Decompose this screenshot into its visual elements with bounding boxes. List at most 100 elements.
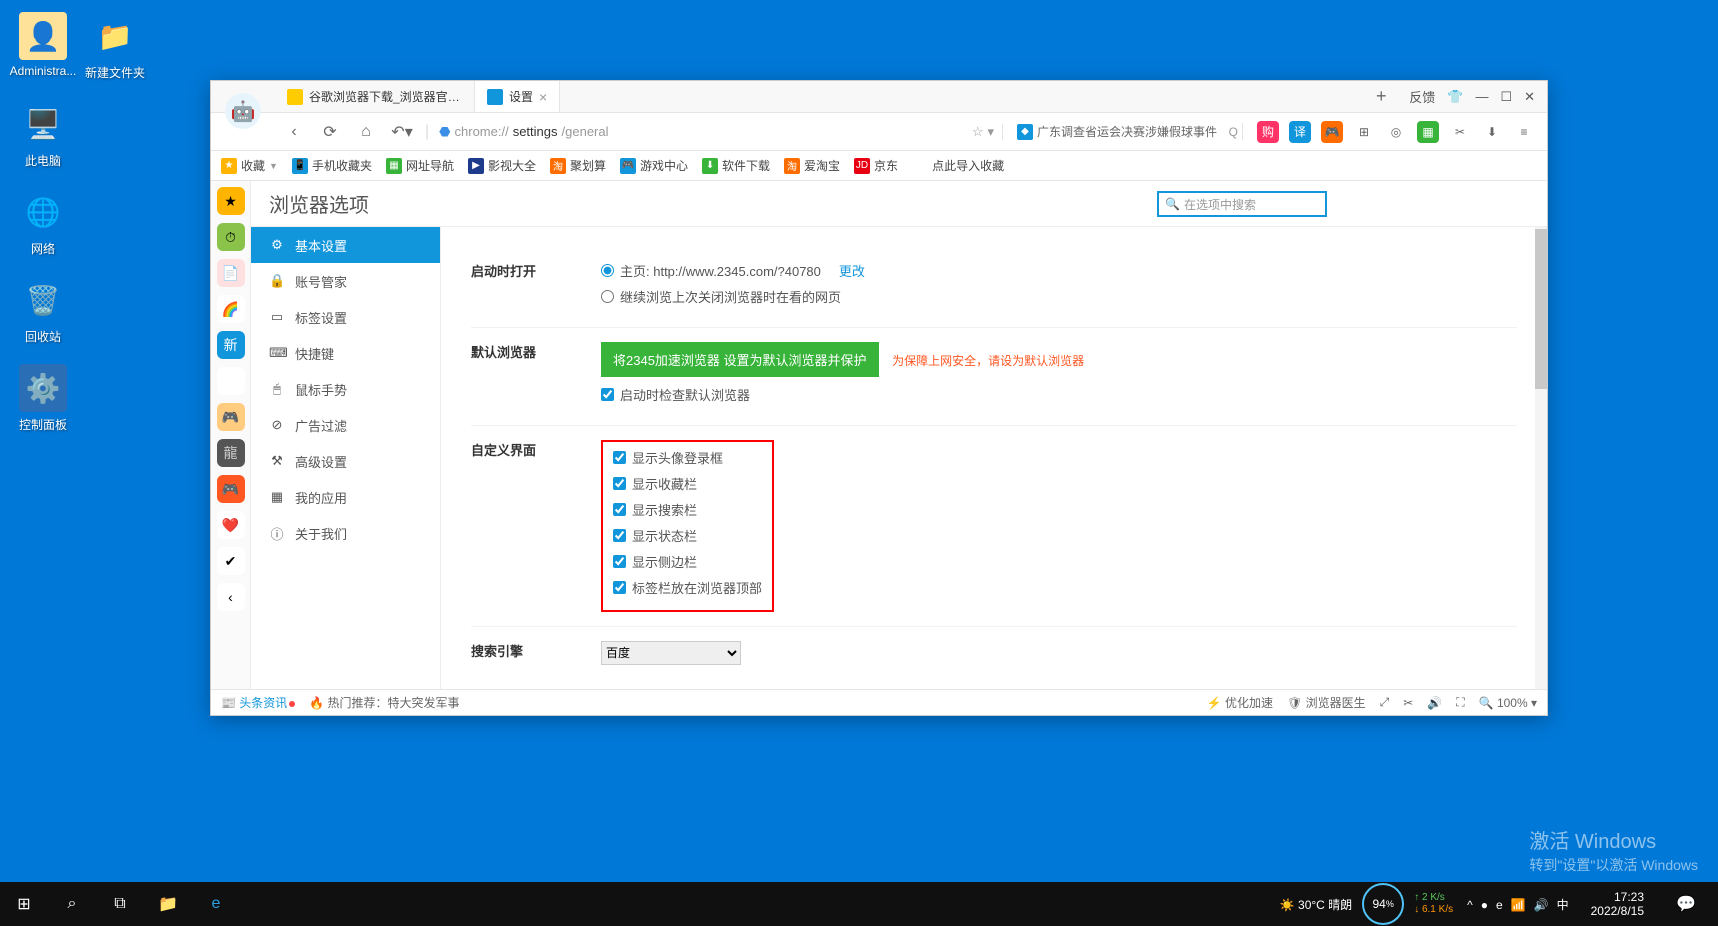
desktop-icon-新建文件夹[interactable]: 📁新建文件夹 xyxy=(80,12,150,81)
new-tab-button[interactable]: + xyxy=(1365,81,1397,112)
ui-check-1[interactable] xyxy=(613,477,626,490)
desktop-icon-Administra...[interactable]: 👤Administra... xyxy=(8,12,78,78)
change-homepage-link[interactable]: 更改 xyxy=(839,261,865,280)
toolbar-icon-2[interactable]: 🎮 xyxy=(1321,121,1343,143)
tab-1[interactable]: 设置× xyxy=(475,81,560,112)
url-box[interactable]: ⬣ chrome://settings/general ☆ ▾ xyxy=(439,124,1003,140)
maximize-button[interactable]: ☐ xyxy=(1500,89,1512,105)
bookmark-0[interactable]: ★收藏▼ xyxy=(221,157,278,174)
rail-icon-1[interactable]: ⏱ xyxy=(217,223,245,251)
search-engine-select[interactable]: 百度 xyxy=(601,641,741,665)
status-left-0[interactable]: 📰 头条资讯 xyxy=(221,696,295,710)
bookmark-7[interactable]: 淘爱淘宝 xyxy=(784,157,840,174)
ui-check-3[interactable] xyxy=(613,529,626,542)
bookmark-4[interactable]: 淘聚划算 xyxy=(550,157,606,174)
forward-dropdown[interactable]: ↶▾ xyxy=(389,119,415,145)
rail-icon-8[interactable]: 🎮 xyxy=(217,475,245,503)
sidebar-item-4[interactable]: 🖱鼠标手势 xyxy=(251,371,440,407)
ui-check-4[interactable] xyxy=(613,555,626,568)
rail-icon-7[interactable]: 龍 xyxy=(217,439,245,467)
tray-icon-1[interactable]: ● xyxy=(1481,898,1488,912)
rail-icon-11[interactable]: ‹ xyxy=(217,583,245,611)
settings-scrollbar[interactable] xyxy=(1535,227,1547,689)
status-right-3[interactable]: ✂ xyxy=(1403,696,1413,710)
bookmark-5[interactable]: 🎮游戏中心 xyxy=(620,157,688,174)
minimize-button[interactable]: — xyxy=(1475,89,1488,104)
tray-icon-2[interactable]: e xyxy=(1496,898,1503,912)
bookmark-2[interactable]: ▦网址导航 xyxy=(386,157,454,174)
desktop-icon-此电脑[interactable]: 🖥️此电脑 xyxy=(8,100,78,169)
reload-button[interactable]: ⟳ xyxy=(317,119,343,145)
sidebar-item-0[interactable]: ⚙基本设置 xyxy=(251,227,440,263)
set-default-button[interactable]: 将2345加速浏览器 设置为默认浏览器并保护 xyxy=(601,342,879,377)
sidebar-item-8[interactable]: ⓘ关于我们 xyxy=(251,515,440,551)
sidebar-item-7[interactable]: ▦我的应用 xyxy=(251,479,440,515)
avatar[interactable]: 🤖 xyxy=(225,93,261,129)
notifications-icon[interactable]: 💬 xyxy=(1662,882,1710,926)
sidebar-item-5[interactable]: ⊘广告过滤 xyxy=(251,407,440,443)
skin-icon[interactable]: 👕 xyxy=(1447,89,1463,105)
bookmark-6[interactable]: ⬇软件下载 xyxy=(702,157,770,174)
status-right-1[interactable]: 🛡 浏览器医生 xyxy=(1287,694,1366,711)
taskbar-search-icon[interactable]: ⌕ xyxy=(48,882,96,926)
ui-check-0[interactable] xyxy=(613,451,626,464)
toolbar-icon-7[interactable]: ⬇ xyxy=(1481,121,1503,143)
toolbar-icon-1[interactable]: 译 xyxy=(1289,121,1311,143)
rail-icon-0[interactable]: ★ xyxy=(217,187,245,215)
ui-check-2[interactable] xyxy=(613,503,626,516)
startup-continue-radio[interactable] xyxy=(601,290,614,303)
sidebar-item-3[interactable]: ⌨快捷键 xyxy=(251,335,440,371)
search-submit-icon[interactable]: Q xyxy=(1229,125,1238,139)
rail-icon-9[interactable]: ❤️ xyxy=(217,511,245,539)
tray-icon-0[interactable]: ^ xyxy=(1467,898,1473,912)
rail-icon-10[interactable]: ✔ xyxy=(217,547,245,575)
sidebar-item-2[interactable]: ▭标签设置 xyxy=(251,299,440,335)
rail-icon-2[interactable]: 📄 xyxy=(217,259,245,287)
desktop-icon-控制面板[interactable]: ⚙️控制面板 xyxy=(8,364,78,433)
taskbar-edge[interactable]: e xyxy=(192,882,240,926)
bookmark-3[interactable]: ▶影视大全 xyxy=(468,157,536,174)
status-right-6[interactable]: 🔍 100% ▾ xyxy=(1479,696,1537,710)
toolbar-icon-5[interactable]: ▦ xyxy=(1417,121,1439,143)
ui-check-5[interactable] xyxy=(613,581,626,594)
status-right-2[interactable]: ⤢ xyxy=(1380,695,1390,710)
back-button[interactable]: ‹ xyxy=(281,119,307,145)
weather-widget[interactable]: ☀️ 30°C 晴朗 xyxy=(1280,896,1352,913)
tray-icon-5[interactable]: 中 xyxy=(1557,898,1569,912)
rail-icon-6[interactable]: 🎮 xyxy=(217,403,245,431)
check-default-on-start[interactable] xyxy=(601,388,614,401)
toolbar-icon-4[interactable]: ◎ xyxy=(1385,121,1407,143)
sidebar-item-1[interactable]: 🔒账号管家 xyxy=(251,263,440,299)
feedback-button[interactable]: 反馈 xyxy=(1409,87,1435,106)
desktop-icon-网络[interactable]: 🌐网络 xyxy=(8,188,78,257)
start-button[interactable]: ⊞ xyxy=(0,882,48,926)
startup-home-radio[interactable] xyxy=(601,264,614,277)
taskbar-explorer[interactable]: 📁 xyxy=(144,882,192,926)
task-view-icon[interactable]: ⧉ xyxy=(96,882,144,926)
toolbar-icon-0[interactable]: 购 xyxy=(1257,121,1279,143)
bookmark-9[interactable]: 点此导入收藏 xyxy=(912,157,1004,174)
status-left-1[interactable]: 🔥 热门推荐：特大突发军事 xyxy=(309,696,459,710)
toolbar-icon-3[interactable]: ⊞ xyxy=(1353,121,1375,143)
rail-icon-3[interactable]: 🌈 xyxy=(217,295,245,323)
status-right-5[interactable]: ⛶ xyxy=(1456,695,1464,710)
close-window-button[interactable]: ✕ xyxy=(1524,89,1535,105)
bookmark-star-icon[interactable]: ☆ xyxy=(972,124,984,140)
rail-icon-5[interactable] xyxy=(217,367,245,395)
bookmark-8[interactable]: JD京东 xyxy=(854,157,898,174)
tray-icon-4[interactable]: 🔊 xyxy=(1534,898,1549,912)
search-box[interactable]: ◆ 广东调查省运会决赛涉嫌假球事件 Q xyxy=(1013,123,1243,140)
home-button[interactable]: ⌂ xyxy=(353,119,379,145)
status-right-4[interactable]: 🔊 xyxy=(1427,696,1442,710)
settings-search-input[interactable]: 🔍 在选项中搜索 xyxy=(1157,191,1327,217)
toolbar-icon-6[interactable]: ✂ xyxy=(1449,121,1471,143)
taskbar-clock[interactable]: 17:23 2022/8/15 xyxy=(1583,890,1652,919)
rail-icon-4[interactable]: 新 xyxy=(217,331,245,359)
desktop-icon-回收站[interactable]: 🗑️回收站 xyxy=(8,276,78,345)
tab-close-icon[interactable]: × xyxy=(539,89,547,105)
net-gauge[interactable]: 94% xyxy=(1362,883,1404,925)
tray-icon-3[interactable]: 📶 xyxy=(1511,898,1526,912)
toolbar-icon-8[interactable]: ≡ xyxy=(1513,121,1535,143)
sidebar-item-6[interactable]: ⚒高级设置 xyxy=(251,443,440,479)
url-dropdown-icon[interactable]: ▾ xyxy=(987,124,994,140)
